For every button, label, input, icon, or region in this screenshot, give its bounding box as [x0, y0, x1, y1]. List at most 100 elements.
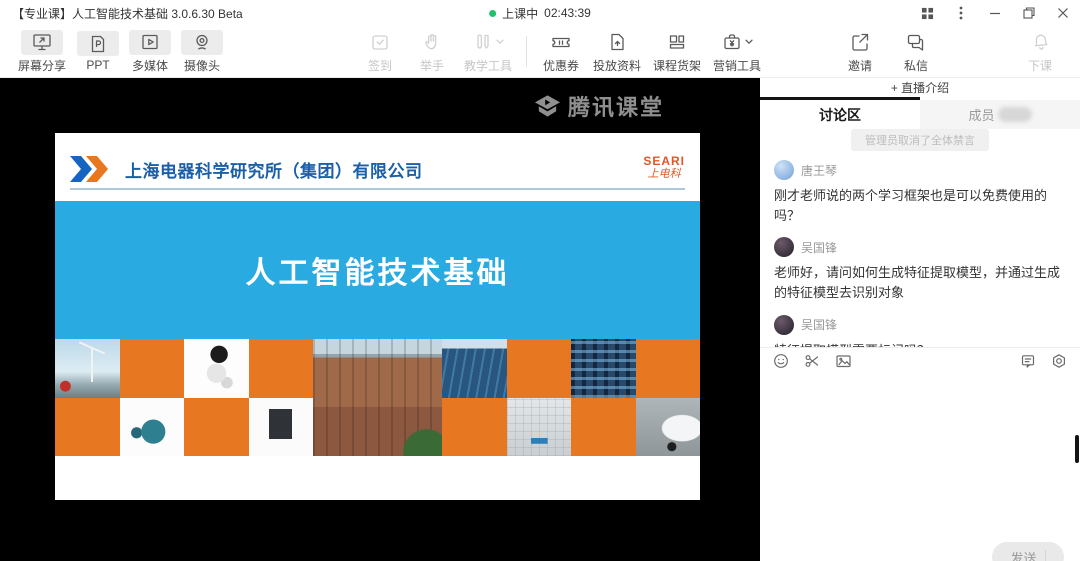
checkin-button[interactable]: 签到 — [354, 26, 406, 77]
tab-discussion[interactable]: 讨论区 — [760, 100, 920, 129]
coupon-label: 优惠券 — [543, 57, 579, 74]
screen-share-button[interactable]: 屏幕分享 — [12, 26, 72, 77]
class-status: 上课中 02:43:39 — [489, 5, 591, 22]
chat-input-toolbar — [760, 347, 1080, 374]
screen-share-label: 屏幕分享 — [18, 57, 66, 74]
coupon-button[interactable]: 优惠券 — [535, 26, 587, 77]
minimize-icon[interactable] — [988, 6, 1002, 20]
message-sender-name: 吴国锋 — [801, 316, 837, 333]
close-icon[interactable] — [1056, 6, 1070, 20]
teaching-tools-label: 教学工具 — [464, 57, 512, 74]
slide-title: 人工智能技术基础 — [246, 248, 510, 292]
company-name: 上海电器科学研究所（集团）有限公司 — [125, 157, 423, 182]
member-count-blurred — [998, 107, 1032, 122]
invite-icon — [839, 30, 881, 55]
chevron-down-icon — [745, 39, 753, 45]
tencent-classroom-watermark: 腾讯课堂 — [534, 90, 664, 122]
teaching-tools-icon — [472, 31, 494, 53]
private-message-button[interactable]: 私信 — [888, 26, 944, 77]
mute-notice: 管理员取消了全体禁言 — [851, 129, 989, 151]
shelf-label: 课程货架 — [653, 57, 701, 74]
end-class-button[interactable]: 下课 — [1014, 26, 1066, 77]
checkin-label: 签到 — [368, 57, 392, 74]
title-bar: 【专业课】人工智能技术基础 3.0.6.30 Beta 上课中 02:43:39 — [0, 0, 1080, 26]
materials-label: 投放资料 — [593, 57, 641, 74]
tab-members[interactable]: 成员 — [920, 100, 1080, 129]
message-text: 刚才老师说的两个学习框架也是可以免费使用的吗？ — [774, 186, 1066, 226]
photo-tile-car — [636, 398, 701, 457]
send-button[interactable]: 发送 — [992, 542, 1064, 561]
photo-tile-whiteroom — [507, 398, 572, 457]
photo-tile-solar — [442, 339, 507, 398]
raise-hand-icon — [411, 30, 453, 55]
orange-tile — [249, 339, 314, 398]
message-history-icon[interactable] — [1020, 353, 1036, 369]
multimedia-button[interactable]: 多媒体 — [124, 26, 176, 77]
message-sender-name: 唐王琴 — [801, 162, 837, 179]
chat-message: 唐王琴 刚才老师说的两个学习框架也是可以免费使用的吗？ — [774, 160, 1066, 226]
live-intro-tab[interactable]: + 直播介绍 — [760, 78, 1080, 97]
image-upload-icon[interactable] — [835, 353, 852, 369]
ppt-button[interactable]: PPT — [72, 26, 124, 77]
photo-tile-breaker — [249, 398, 314, 457]
checkin-icon — [359, 30, 401, 55]
chat-input[interactable] — [760, 374, 1080, 561]
photo-tile-robot — [184, 339, 249, 398]
message-sender-name: 吴国锋 — [801, 239, 837, 256]
orange-tile — [184, 398, 249, 457]
orange-tile — [507, 339, 572, 398]
photo-tile-grid — [55, 339, 700, 456]
message-text: 老师好，请问如何生成特征提取模型，并通过生成的特征模型去识别对象 — [774, 263, 1066, 303]
avatar — [774, 237, 794, 257]
orange-tile — [442, 398, 507, 457]
send-label: 发送 — [1010, 548, 1036, 561]
ppt-icon — [77, 31, 119, 56]
camera-label: 摄像头 — [184, 57, 220, 74]
end-class-label: 下课 — [1028, 57, 1052, 74]
emoji-picker-icon[interactable] — [773, 353, 789, 369]
photo-tile-building — [313, 339, 442, 456]
tencent-classroom-logo-icon — [534, 94, 561, 118]
chat-settings-gear-icon[interactable] — [1051, 353, 1067, 369]
orange-tile — [120, 339, 185, 398]
camera-icon — [181, 30, 223, 55]
more-menu-icon[interactable] — [954, 6, 968, 20]
marketing-tools-label: 营销工具 — [713, 57, 761, 74]
marketing-tools-button[interactable]: 营销工具 — [707, 26, 767, 77]
layout-grid-icon[interactable] — [920, 6, 934, 20]
restore-icon[interactable] — [1022, 6, 1036, 20]
orange-tile — [55, 398, 120, 457]
photo-tile-bluebldg — [571, 339, 636, 398]
materials-button[interactable]: 投放资料 — [587, 26, 647, 77]
end-class-bell-icon — [1019, 30, 1061, 55]
materials-icon — [596, 30, 638, 55]
main-toolbar: 屏幕分享 PPT 多媒体 摄像头 签到 举手 — [0, 26, 1080, 78]
message-list: 唐王琴 刚才老师说的两个学习框架也是可以免费使用的吗？ 吴国锋 老师好，请问如何… — [760, 151, 1080, 347]
slide: 上海电器科学研究所（集团）有限公司 SEARI 上电科 人工智能技术基础 — [55, 133, 700, 500]
photo-tile-motor — [120, 398, 185, 457]
screen-share-icon — [21, 30, 63, 55]
coupon-icon — [540, 30, 582, 55]
double-chevron-icon — [70, 156, 116, 182]
chat-scrollbar[interactable] — [1075, 435, 1079, 463]
camera-button[interactable]: 摄像头 — [176, 26, 228, 77]
class-timer: 02:43:39 — [544, 6, 591, 20]
raise-hand-label: 举手 — [420, 57, 444, 74]
invite-button[interactable]: 邀请 — [832, 26, 888, 77]
orange-tile — [571, 398, 636, 457]
invite-label: 邀请 — [848, 57, 872, 74]
slide-header: 上海电器科学研究所（集团）有限公司 SEARI 上电科 — [70, 133, 685, 190]
shelf-button[interactable]: 课程货架 — [647, 26, 707, 77]
slide-title-band: 人工智能技术基础 — [55, 201, 700, 339]
avatar — [774, 160, 794, 180]
presentation-stage: 腾讯课堂 上海电器科学研究所（集团）有限公司 SEARI 上电科 人工智能技术基… — [0, 78, 760, 561]
raise-hand-button[interactable]: 举手 — [406, 26, 458, 77]
class-status-label: 上课中 — [502, 5, 538, 22]
screenshot-scissors-icon[interactable] — [804, 353, 820, 369]
avatar — [774, 315, 794, 335]
tab-members-label: 成员 — [968, 105, 994, 124]
teaching-tools-button[interactable]: 教学工具 — [458, 26, 518, 77]
private-message-icon — [895, 30, 937, 55]
multimedia-label: 多媒体 — [132, 57, 168, 74]
seari-logo-bottom: 上电科 — [643, 168, 685, 180]
